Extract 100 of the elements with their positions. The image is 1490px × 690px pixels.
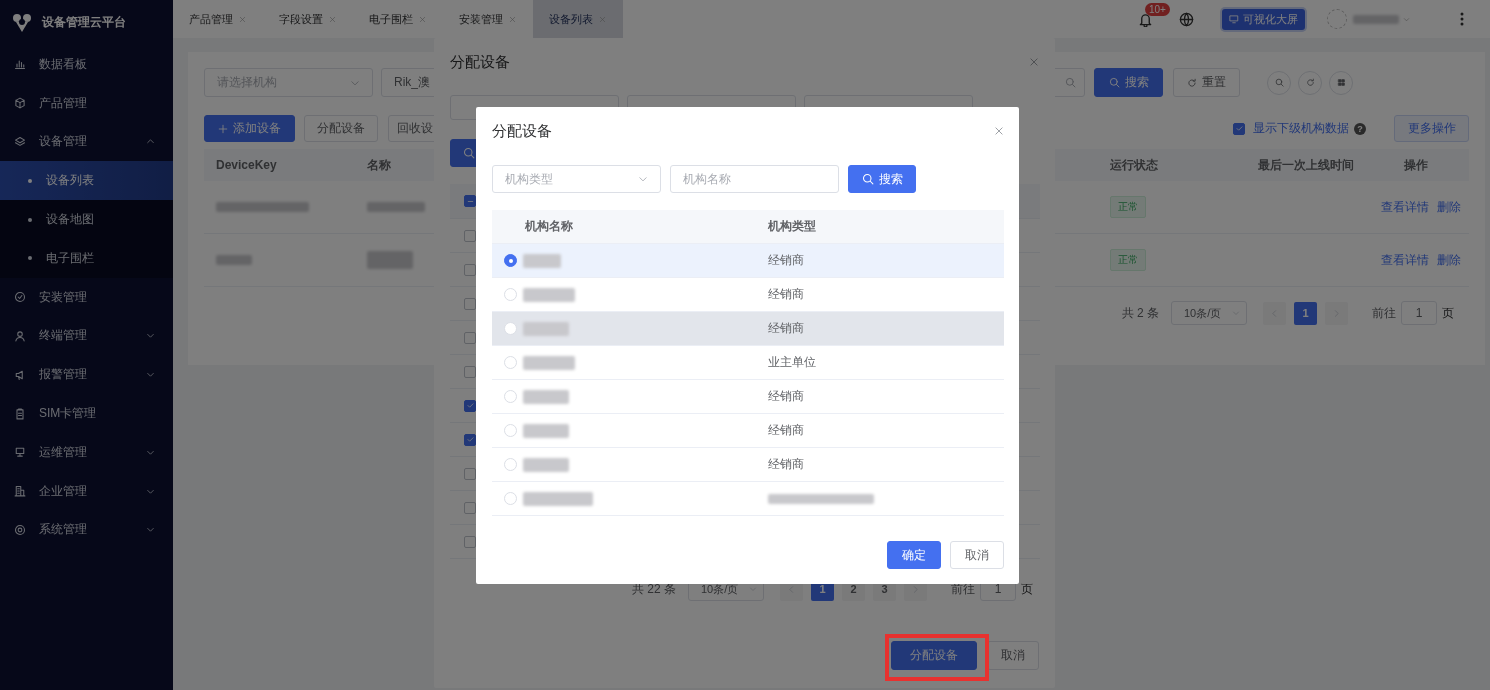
close-icon xyxy=(1029,57,1039,67)
table-row[interactable]: 业主单位 xyxy=(492,346,1004,380)
bell-icon xyxy=(1138,11,1153,27)
total-count: 共 2 条 xyxy=(1121,304,1159,322)
refresh-icon xyxy=(1305,78,1315,87)
blurred-text xyxy=(523,253,561,268)
dialog-title: 分配设备 xyxy=(492,121,552,141)
checkbox[interactable] xyxy=(464,399,476,412)
globe-icon xyxy=(1179,11,1194,27)
tab[interactable]: 电子围栏 xyxy=(353,0,443,38)
cancel-button[interactable]: 取消 xyxy=(987,641,1039,670)
action-link[interactable]: 删除 xyxy=(1437,251,1461,269)
table-row[interactable]: 经销商 xyxy=(492,312,1004,346)
nav-item[interactable]: 终端管理 xyxy=(0,316,173,356)
chevron-left-icon xyxy=(787,584,796,594)
type-select[interactable]: 机构类型 xyxy=(492,165,661,193)
settings-icon xyxy=(14,523,26,536)
nav-item[interactable]: 数据看板 xyxy=(0,45,173,84)
checkbox[interactable] xyxy=(464,467,476,480)
search-button[interactable]: 搜索 xyxy=(848,165,916,193)
help-icon[interactable]: ? xyxy=(1354,122,1366,135)
confirm-button[interactable]: 确定 xyxy=(887,541,941,569)
radio[interactable] xyxy=(504,254,517,267)
table-row[interactable]: 经销商 xyxy=(492,414,1004,448)
tab[interactable]: 设备列表 xyxy=(533,0,623,38)
close-icon xyxy=(419,15,426,23)
status-tag: 正常 xyxy=(1110,249,1146,271)
checkbox[interactable] xyxy=(464,433,476,446)
column-header: 机构名称 xyxy=(525,218,573,235)
column-header: 最后一次上线时间 xyxy=(1248,149,1363,181)
nav-subitem[interactable]: 设备列表 xyxy=(0,161,173,201)
refresh-icon xyxy=(1187,77,1197,88)
goto-label: 前往 xyxy=(1372,304,1396,322)
bullet-icon xyxy=(28,178,32,183)
action-link[interactable]: 查看详情 xyxy=(1381,198,1429,216)
blurred-text xyxy=(523,389,569,404)
table-row[interactable]: 经销商 xyxy=(492,380,1004,414)
nav-item[interactable]: 企业管理 xyxy=(0,471,173,511)
assign-button[interactable]: 分配设备 xyxy=(304,115,378,142)
assign-button[interactable]: 分配设备 xyxy=(891,641,977,670)
reset-button[interactable]: 重置 xyxy=(1173,68,1240,97)
page-button[interactable]: 1 xyxy=(1294,301,1317,325)
tab[interactable]: 安装管理 xyxy=(443,0,533,38)
table-row[interactable]: 经销商 xyxy=(492,244,1004,278)
close-icon xyxy=(329,15,336,23)
checkbox[interactable] xyxy=(464,195,476,207)
nav-item[interactable]: 报警管理 xyxy=(0,355,173,395)
checkbox[interactable] xyxy=(464,297,476,310)
cube-icon xyxy=(14,97,26,110)
blurred-text xyxy=(523,457,569,472)
nav-item[interactable]: 安装管理 xyxy=(0,277,173,317)
tab[interactable]: 产品管理 xyxy=(173,0,263,38)
nav-item[interactable]: SIM卡管理 xyxy=(0,394,173,433)
checkbox-label[interactable]: 显示下级机构数据 xyxy=(1253,120,1349,137)
goto-label: 前往 xyxy=(951,580,975,598)
round-search-button[interactable] xyxy=(1267,70,1291,95)
search-button[interactable]: 搜索 xyxy=(1094,68,1163,97)
refresh-button[interactable] xyxy=(1298,70,1322,95)
goto-field[interactable]: 1 xyxy=(1401,301,1437,325)
nav-item[interactable]: 产品管理 xyxy=(0,83,173,123)
checkbox[interactable] xyxy=(464,535,476,548)
checkbox[interactable] xyxy=(464,263,476,276)
cancel-button[interactable]: 取消 xyxy=(950,541,1004,569)
checkbox[interactable] xyxy=(464,331,476,344)
close-icon xyxy=(239,15,246,23)
grid-button[interactable] xyxy=(1329,70,1353,95)
nav-item[interactable]: 设备管理 xyxy=(0,122,173,162)
more-icon[interactable] xyxy=(1460,12,1464,26)
blurred-text xyxy=(216,255,252,265)
bullet-icon xyxy=(28,217,32,222)
table-cell: 业主单位 xyxy=(768,354,816,371)
table-cell: 经销商 xyxy=(768,320,804,337)
checkbox[interactable] xyxy=(464,229,476,242)
search-icon xyxy=(861,173,874,185)
building-icon xyxy=(14,485,26,498)
page-size-select[interactable]: 10条/页 xyxy=(1171,301,1247,325)
nav-item[interactable]: 运维管理 xyxy=(0,432,173,472)
nav-subitem[interactable]: 电子围栏 xyxy=(0,239,173,278)
checkbox[interactable] xyxy=(464,501,476,514)
nav-item[interactable]: 系统管理 xyxy=(0,510,173,550)
name-field[interactable]: 机构名称 xyxy=(670,165,839,193)
checkbox[interactable] xyxy=(464,365,476,378)
action-link[interactable]: 查看详情 xyxy=(1381,251,1429,269)
tab[interactable]: 字段设置 xyxy=(263,0,353,38)
table-row[interactable]: 经销商 xyxy=(492,448,1004,482)
chart-icon xyxy=(14,58,26,71)
sim-card-icon xyxy=(14,407,26,420)
checkbox[interactable] xyxy=(1233,122,1245,135)
add-button[interactable]: 添加设备 xyxy=(204,115,295,142)
app-title: 设备管理云平台 xyxy=(42,14,126,31)
more-actions-button[interactable]: 更多操作 xyxy=(1394,115,1469,142)
column-header: 运行状态 xyxy=(1098,149,1248,181)
chevron-down-icon xyxy=(1403,15,1410,23)
action-link[interactable]: 删除 xyxy=(1437,198,1461,216)
page-suffix: 页 xyxy=(1442,304,1454,322)
nav-subitem[interactable]: 设备地图 xyxy=(0,200,173,239)
search-icon xyxy=(1108,77,1120,88)
big-screen-button[interactable]: 可视化大屏 xyxy=(1222,8,1305,30)
monitor-icon xyxy=(1229,14,1239,24)
blurred-text xyxy=(1353,14,1399,24)
